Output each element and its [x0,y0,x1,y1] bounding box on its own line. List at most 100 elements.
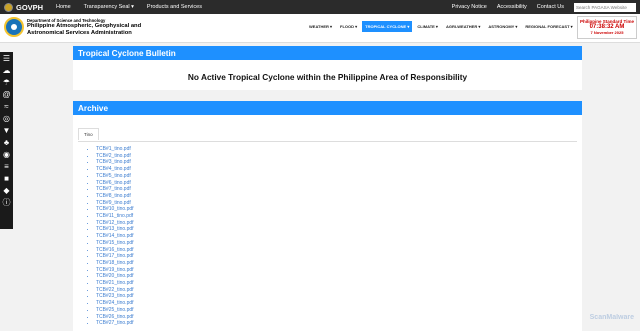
contact-us-link[interactable]: Contact Us [537,4,564,10]
file-link[interactable]: TCB#1_tino.pdf [96,146,131,152]
agri-icon[interactable]: ♣ [2,138,12,148]
typhoon-icon[interactable]: @ [2,90,12,100]
govph-brand[interactable]: GOVPH [4,2,43,12]
file-link[interactable]: TCB#17_tino.pdf [96,253,134,259]
planet-icon[interactable]: ◎ [2,114,12,124]
list-item: TCB#19_tino.pdf [96,267,577,274]
file-link[interactable]: TCB#7_tino.pdf [96,186,131,192]
file-link[interactable]: TCB#27_tino.pdf [96,320,134,326]
main-content: Tropical Cyclone Bulletin No Active Trop… [73,46,582,331]
list-item: TCB#20_tino.pdf [96,273,577,280]
flood-icon[interactable]: ≈ [2,102,12,112]
nav-weather[interactable]: WEATHER ▾ [306,21,335,32]
tornado-icon[interactable]: ▼ [2,126,12,136]
archive-tab-pane: TCB#1_tino.pdf TCB#2_tino.pdf TCB#3_tino… [78,141,577,327]
list-item: TCB#27_tino.pdf [96,320,577,327]
info-lock-icon[interactable]: ■ [2,174,12,184]
nav-astronomy[interactable]: ASTRONOMY ▾ [485,21,520,32]
govph-nav-home[interactable]: Home [56,4,71,10]
list-item: TCB#12_tino.pdf [96,220,577,227]
file-link[interactable]: TCB#6_tino.pdf [96,180,131,186]
file-link[interactable]: TCB#26_tino.pdf [96,314,134,320]
govph-nav-transparency[interactable]: Transparency Seal ▾ [84,4,134,10]
list-item: TCB#16_tino.pdf [96,247,577,254]
list-item: TCB#18_tino.pdf [96,260,577,267]
side-icon-bar: ☰ ☁ ☂ @ ≈ ◎ ▼ ♣ ◉ ≡ ■ ◆ ⓘ [0,52,13,229]
pagasa-logo[interactable] [4,17,24,37]
list-item: TCB#8_tino.pdf [96,193,577,200]
list-item: TCB#17_tino.pdf [96,253,577,260]
govph-nav-products[interactable]: Products and Services [147,4,202,10]
list-item: TCB#22_tino.pdf [96,287,577,294]
govph-nav: Home Transparency Seal ▾ Products and Se… [56,0,202,14]
list-item: TCB#11_tino.pdf [96,213,577,220]
file-link[interactable]: TCB#14_tino.pdf [96,233,134,239]
bridge-icon[interactable]: ≡ [2,162,12,172]
file-link[interactable]: TCB#8_tino.pdf [96,193,131,199]
file-link[interactable]: TCB#10_tino.pdf [96,206,134,212]
file-link[interactable]: TCB#25_tino.pdf [96,307,134,313]
pst-clock: Philippine Standard Time 07:38:32 AM 7 N… [577,16,637,39]
agency-name: Philippine Atmospheric, Geophysical and … [27,23,142,36]
list-item: TCB#5_tino.pdf [96,173,577,180]
list-item: TCB#26_tino.pdf [96,314,577,321]
main-nav: WEATHER ▾ FLOOD ▾ TROPICAL CYCLONE ▾ CLI… [306,21,576,32]
file-link[interactable]: TCB#24_tino.pdf [96,300,134,306]
list-item: TCB#10_tino.pdf [96,206,577,213]
file-link[interactable]: TCB#23_tino.pdf [96,293,134,299]
list-item: TCB#4_tino.pdf [96,166,577,173]
bulletin-file-list: TCB#1_tino.pdf TCB#2_tino.pdf TCB#3_tino… [90,146,577,327]
file-link[interactable]: TCB#9_tino.pdf [96,200,131,206]
cloud-icon[interactable]: ☁ [2,66,12,76]
file-link[interactable]: TCB#2_tino.pdf [96,153,131,159]
scanmalware-watermark: ScanMalware [589,314,634,321]
menu-icon[interactable]: ☰ [2,54,12,64]
shield-icon[interactable]: ◆ [2,186,12,196]
file-link[interactable]: TCB#18_tino.pdf [96,260,134,266]
accessibility-link[interactable]: Accessibility [497,4,527,10]
clock-date: 7 November 2025 [590,30,624,35]
tab-tino[interactable]: Tino [78,128,99,140]
list-item: TCB#14_tino.pdf [96,233,577,240]
list-item: TCB#1_tino.pdf [96,146,577,153]
archive-title: Archive [73,101,582,115]
list-item: TCB#21_tino.pdf [96,280,577,287]
list-item: TCB#23_tino.pdf [96,293,577,300]
list-item: TCB#24_tino.pdf [96,300,577,307]
archive-panel: Tino TCB#1_tino.pdf TCB#2_tino.pdf TCB#3… [73,115,582,331]
file-link[interactable]: TCB#20_tino.pdf [96,273,134,279]
nav-flood[interactable]: FLOOD ▾ [337,21,360,32]
list-item: TCB#13_tino.pdf [96,226,577,233]
govph-label: GOVPH [16,2,44,12]
file-link[interactable]: TCB#21_tino.pdf [96,280,134,286]
file-link[interactable]: TCB#15_tino.pdf [96,240,134,246]
file-link[interactable]: TCB#11_tino.pdf [96,213,133,219]
nav-agri-weather[interactable]: AGRI-WEATHER ▾ [443,21,483,32]
rain-icon[interactable]: ☂ [2,78,12,88]
bulletin-message: No Active Tropical Cyclone within the Ph… [73,60,582,90]
search-input[interactable] [574,2,636,12]
file-link[interactable]: TCB#22_tino.pdf [96,287,134,293]
privacy-notice-link[interactable]: Privacy Notice [452,4,487,10]
file-link[interactable]: TCB#5_tino.pdf [96,173,131,179]
file-link[interactable]: TCB#12_tino.pdf [96,220,134,226]
file-link[interactable]: TCB#13_tino.pdf [96,226,134,232]
ph-seal-icon [4,2,13,12]
radar-icon[interactable]: ◉ [2,150,12,160]
file-link[interactable]: TCB#4_tino.pdf [96,166,131,172]
nav-regional-forecast[interactable]: REGIONAL FORECAST ▾ [522,21,575,32]
info-icon[interactable]: ⓘ [2,198,12,208]
file-link[interactable]: TCB#16_tino.pdf [96,247,134,253]
list-item: TCB#15_tino.pdf [96,240,577,247]
govph-right-links: Privacy Notice Accessibility Contact Us [452,0,636,14]
list-item: TCB#7_tino.pdf [96,186,577,193]
list-item: TCB#6_tino.pdf [96,180,577,187]
list-item: TCB#3_tino.pdf [96,159,577,166]
list-item: TCB#2_tino.pdf [96,153,577,160]
file-link[interactable]: TCB#3_tino.pdf [96,159,131,165]
nav-climate[interactable]: CLIMATE ▾ [414,21,441,32]
file-link[interactable]: TCB#19_tino.pdf [96,267,134,273]
nav-tropical-cyclone[interactable]: TROPICAL CYCLONE ▾ [362,21,413,32]
govph-bar: GOVPH Home Transparency Seal ▾ Products … [0,0,640,14]
list-item: TCB#9_tino.pdf [96,200,577,207]
